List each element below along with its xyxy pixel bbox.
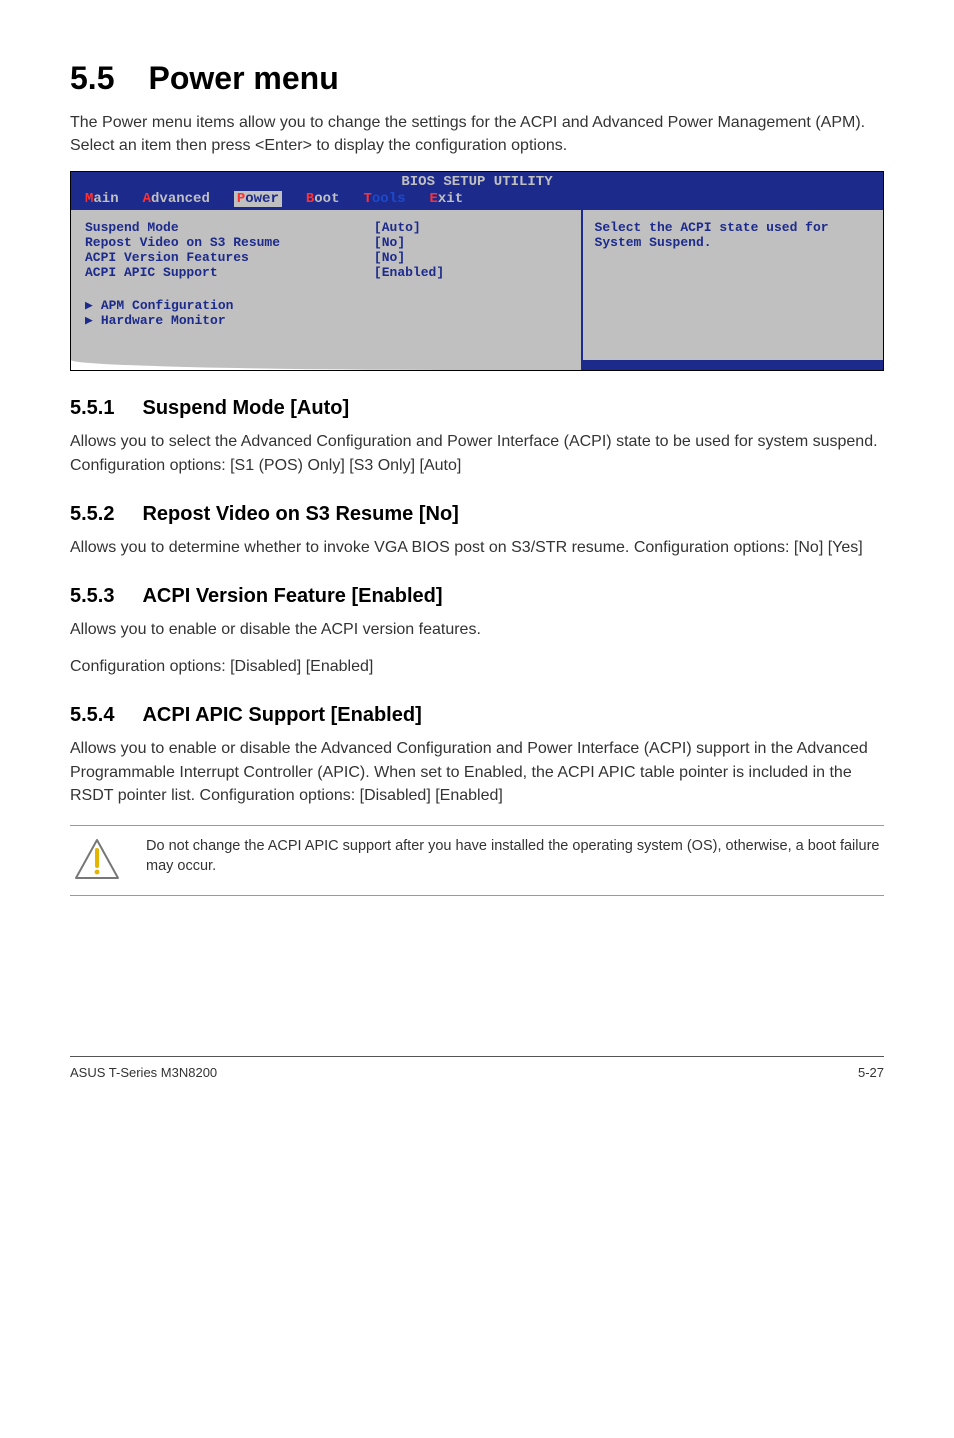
bios-tab-main[interactable]: Main — [85, 191, 119, 207]
bios-row-label: ACPI APIC Support — [85, 265, 374, 280]
subsection-paragraph: Allows you to enable or disable the Adva… — [70, 737, 884, 807]
subsection-number: 5.5.3 — [70, 585, 114, 608]
section-intro: The Power menu items allow you to change… — [70, 111, 884, 157]
bios-tab-exit[interactable]: Exit — [430, 191, 464, 207]
bios-tab-power[interactable]: Power — [234, 191, 282, 207]
bios-submenu-hardware-monitor[interactable]: ▶ Hardware Monitor — [85, 313, 567, 328]
bios-submenu-group: ▶ APM Configuration ▶ Hardware Monitor — [85, 298, 567, 328]
bios-screen: BIOS SETUP UTILITY Main Advanced Power B… — [70, 171, 884, 371]
subsection-title: ACPI APIC Support [Enabled] — [142, 704, 421, 726]
bios-row-acpi-version[interactable]: ACPI Version Features [No] — [85, 250, 567, 265]
bios-tab-bar: Main Advanced Power Boot Tools Exit — [71, 190, 883, 210]
subsection-heading-acpi-version: 5.5.3 ACPI Version Feature [Enabled] — [70, 585, 884, 608]
footer-left: ASUS T-Series M3N8200 — [70, 1065, 217, 1080]
page-footer: ASUS T-Series M3N8200 5-27 — [70, 1056, 884, 1080]
triangle-icon: ▶ — [85, 313, 93, 328]
bios-tab-advanced[interactable]: Advanced — [143, 191, 210, 207]
subsection-paragraph: Configuration options: [Disabled] [Enabl… — [70, 655, 884, 678]
bios-row-label: Repost Video on S3 Resume — [85, 235, 374, 250]
section-heading: 5.5 Power menu — [70, 60, 884, 97]
section-number: 5.5 — [70, 60, 114, 97]
bios-submenu-label: APM Configuration — [101, 298, 234, 313]
warning-icon — [74, 836, 120, 885]
bios-submenu-apm[interactable]: ▶ APM Configuration — [85, 298, 567, 313]
bios-header: BIOS SETUP UTILITY — [71, 172, 883, 190]
bios-left-panel: Suspend Mode [Auto] Repost Video on S3 R… — [71, 210, 583, 360]
subsection-heading-suspend-mode: 5.5.1 Suspend Mode [Auto] — [70, 397, 884, 420]
warning-text: Do not change the ACPI APIC support afte… — [146, 836, 880, 877]
bios-row-value: [No] — [374, 250, 567, 265]
bios-row-value: [No] — [374, 235, 567, 250]
section-title-text: Power menu — [148, 60, 338, 96]
subsection-title: Repost Video on S3 Resume [No] — [142, 503, 458, 525]
footer-right: 5-27 — [858, 1065, 884, 1080]
bios-submenu-label: Hardware Monitor — [101, 313, 226, 328]
subsection-title: Suspend Mode [Auto] — [142, 397, 349, 419]
bios-help-panel: Select the ACPI state used for System Su… — [583, 210, 883, 360]
bios-body: Suspend Mode [Auto] Repost Video on S3 R… — [71, 210, 883, 360]
subsection-number: 5.5.1 — [70, 397, 114, 420]
bios-row-value: [Enabled] — [374, 265, 567, 280]
bios-help-text: Select the ACPI state used for System Su… — [595, 220, 871, 250]
subsection-heading-acpi-apic: 5.5.4 ACPI APIC Support [Enabled] — [70, 704, 884, 727]
bios-row-repost-video[interactable]: Repost Video on S3 Resume [No] — [85, 235, 567, 250]
subsection-paragraph: Allows you to determine whether to invok… — [70, 536, 884, 559]
subsection-number: 5.5.4 — [70, 704, 114, 727]
subsection-heading-repost-video: 5.5.2 Repost Video on S3 Resume [No] — [70, 503, 884, 526]
bios-row-label: Suspend Mode — [85, 220, 374, 235]
warning-note: Do not change the ACPI APIC support afte… — [70, 825, 884, 896]
bios-bottom-curve — [71, 360, 883, 370]
bios-tab-tools[interactable]: Tools — [363, 191, 405, 207]
subsection-title: ACPI Version Feature [Enabled] — [142, 585, 442, 607]
bios-row-value: [Auto] — [374, 220, 567, 235]
subsection-paragraph: Allows you to enable or disable the ACPI… — [70, 618, 884, 641]
bios-tab-boot[interactable]: Boot — [306, 191, 340, 207]
bios-row-label: ACPI Version Features — [85, 250, 374, 265]
triangle-icon: ▶ — [85, 298, 93, 313]
bios-row-acpi-apic[interactable]: ACPI APIC Support [Enabled] — [85, 265, 567, 280]
subsection-number: 5.5.2 — [70, 503, 114, 526]
subsection-paragraph: Allows you to select the Advanced Config… — [70, 430, 884, 476]
bios-row-suspend-mode[interactable]: Suspend Mode [Auto] — [85, 220, 567, 235]
